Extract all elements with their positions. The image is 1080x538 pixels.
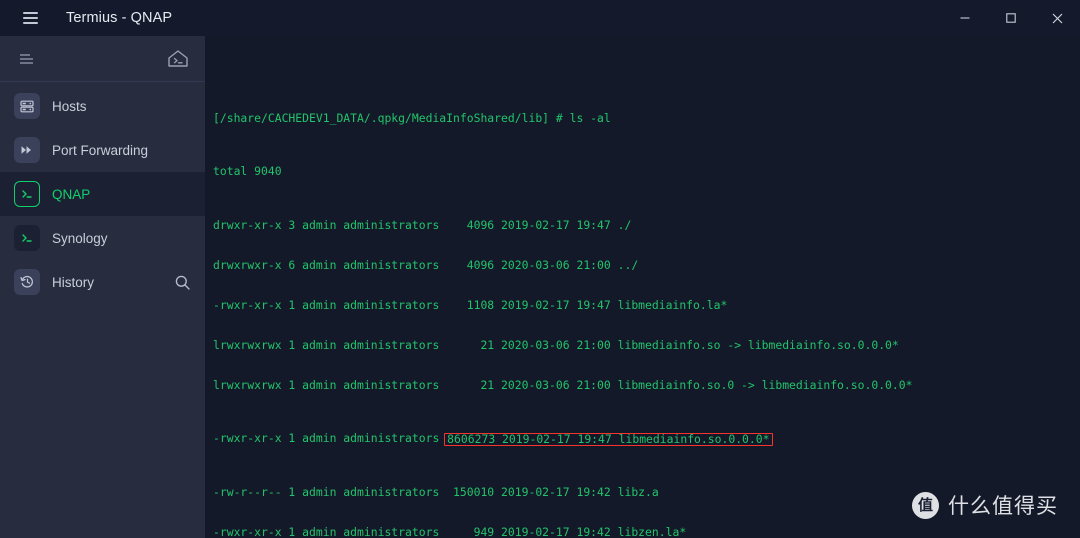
prompt-text: [/share/CACHEDEV1_DATA/.qpkg/MediaInfoSh… <box>213 111 570 126</box>
sidebar-header <box>0 36 205 82</box>
history-search-button[interactable] <box>174 274 191 291</box>
list-lines-icon <box>20 53 33 64</box>
terminal-line-highlighted: -rwxr-xr-x 1 admin administrators 860627… <box>213 431 1080 447</box>
sidebar-nav: Hosts Port Forwarding QNAP Synology Hist… <box>0 82 205 538</box>
title-bar: Termius - QNAP <box>0 0 1080 36</box>
line-text: -rwxr-xr-x 1 admin administrators 949 20… <box>213 524 687 538</box>
clock-history-icon <box>14 269 40 295</box>
main-area: Hosts Port Forwarding QNAP Synology Hist… <box>0 36 1080 538</box>
list-lines-button[interactable] <box>18 52 36 66</box>
terminal-prompt-icon <box>14 225 40 251</box>
server-rack-icon <box>14 93 40 119</box>
highlight-box: 8606273 2019-02-17 19:47 libmediainfo.so… <box>444 432 773 447</box>
terminal-pane[interactable]: [/share/CACHEDEV1_DATA/.qpkg/MediaInfoSh… <box>205 36 1080 538</box>
window-controls <box>942 0 1080 36</box>
minimize-icon <box>960 17 970 19</box>
watermark-logo: 值 <box>912 491 939 519</box>
terminal-output: [/share/CACHEDEV1_DATA/.qpkg/MediaInfoSh… <box>213 72 1080 538</box>
terminal-line: total 9040 <box>213 165 1080 178</box>
sidebar-item-synology[interactable]: Synology <box>0 216 205 260</box>
maximize-icon <box>1006 13 1016 23</box>
terminal-line: lrwxrwxrwx 1 admin administrators 21 202… <box>213 337 1080 352</box>
terminal-line: drwxrwxr-x 6 admin administrators 4096 2… <box>213 257 1080 272</box>
hamburger-menu-icon[interactable] <box>12 0 48 36</box>
line-text: -rwxr-xr-x 1 admin administrators 1108 2… <box>213 297 728 312</box>
close-icon <box>1052 13 1062 23</box>
minimize-button[interactable] <box>942 0 988 36</box>
line-text: drwxr-xr-x 3 admin administrators 4096 2… <box>213 217 632 232</box>
watermark-text: 什么值得买 <box>948 494 1058 518</box>
sidebar-item-label: Synology <box>52 230 108 246</box>
sidebar-item-label: Port Forwarding <box>52 142 149 158</box>
hamburger-line <box>22 22 38 24</box>
home-terminal-button[interactable] <box>167 49 189 68</box>
sidebar-item-port-forwarding[interactable]: Port Forwarding <box>0 128 205 172</box>
command-text: ls -al <box>569 111 611 126</box>
terminal-prompt-icon <box>14 181 40 207</box>
terminal-line: -rwxr-xr-x 1 admin administrators 1108 2… <box>213 297 1080 312</box>
line-text: lrwxrwxrwx 1 admin administrators 21 202… <box>213 377 913 392</box>
line-text: -rwxr-xr-x 1 admin administrators <box>213 431 447 446</box>
sidebar-item-hosts[interactable]: Hosts <box>0 84 205 128</box>
hamburger-line <box>22 17 38 19</box>
total-text: total 9040 <box>213 164 282 179</box>
terminal-line: drwxr-xr-x 3 admin administrators 4096 2… <box>213 217 1080 232</box>
double-arrow-icon <box>14 137 40 163</box>
line-text: lrwxrwxrwx 1 admin administrators 21 202… <box>213 337 899 352</box>
sidebar: Hosts Port Forwarding QNAP Synology Hist… <box>0 36 205 538</box>
termius-window: Termius - QNAP Hosts Port Forwarding QNA… <box>0 0 1080 538</box>
terminal-line: -rwxr-xr-x 1 admin administrators 949 20… <box>213 524 1080 538</box>
sidebar-item-label: QNAP <box>52 186 91 202</box>
search-icon <box>175 275 190 290</box>
home-terminal-icon <box>168 50 188 67</box>
sidebar-item-qnap[interactable]: QNAP <box>0 172 205 216</box>
sidebar-item-label: Hosts <box>52 98 87 114</box>
watermark: 值 什么值得买 <box>912 490 1058 520</box>
line-text: -rw-r--r-- 1 admin administrators 150010… <box>213 484 659 499</box>
window-title: Termius - QNAP <box>66 10 173 26</box>
sidebar-item-label: History <box>52 274 95 290</box>
line-text: drwxrwxr-x 6 admin administrators 4096 2… <box>213 257 639 272</box>
hamburger-line <box>22 12 38 14</box>
terminal-line: lrwxrwxrwx 1 admin administrators 21 202… <box>213 377 1080 392</box>
close-button[interactable] <box>1034 0 1080 36</box>
maximize-button[interactable] <box>988 0 1034 36</box>
terminal-prompt-line: [/share/CACHEDEV1_DATA/.qpkg/MediaInfoSh… <box>213 111 1080 126</box>
sidebar-item-history[interactable]: History <box>0 260 205 304</box>
